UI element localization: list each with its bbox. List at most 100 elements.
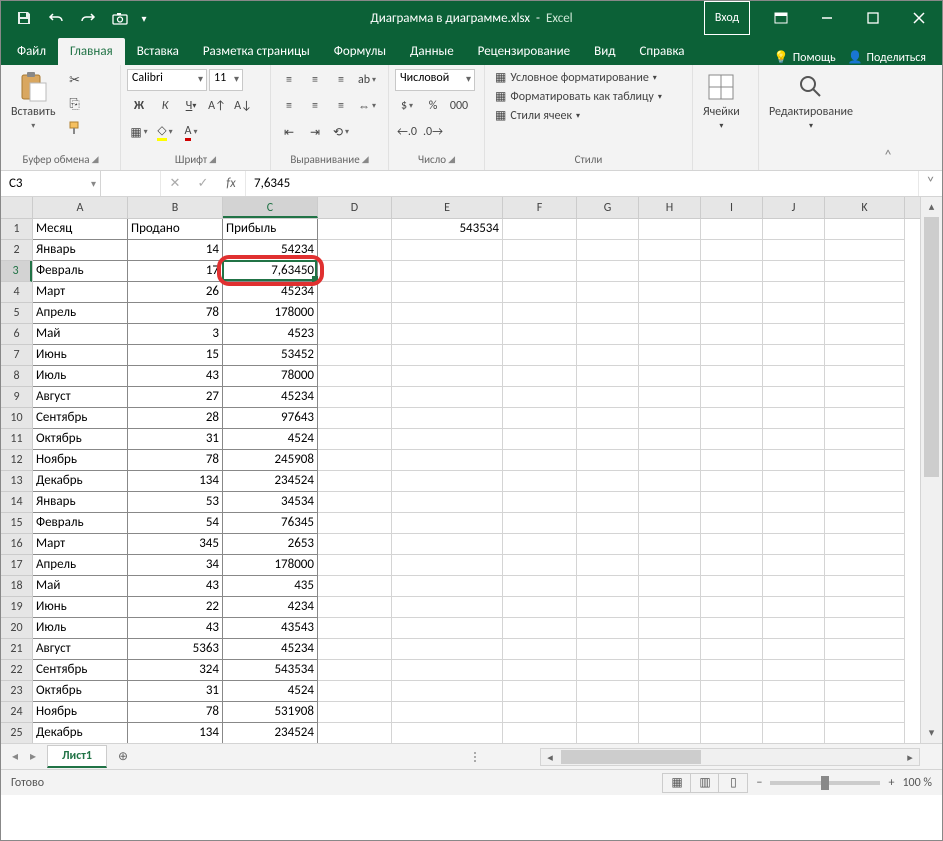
cell-J14[interactable] — [763, 492, 825, 513]
normal-view-icon[interactable]: ▦ — [663, 774, 691, 792]
cell-D19[interactable] — [318, 597, 392, 618]
cell-A25[interactable]: Декабрь — [33, 723, 128, 744]
number-format-select[interactable]: Числовой — [395, 69, 475, 91]
cell-J25[interactable] — [763, 723, 825, 744]
cell-A2[interactable]: Январь — [33, 240, 128, 261]
cell-F22[interactable] — [503, 660, 577, 681]
cell-B16[interactable]: 345 — [128, 534, 223, 555]
cell-B15[interactable]: 54 — [128, 513, 223, 534]
formula-input[interactable]: 7,6345 — [246, 171, 918, 196]
tab-insert[interactable]: Вставка — [125, 38, 191, 65]
vertical-scrollbar[interactable]: ▴ ▾ — [920, 197, 942, 743]
row-header-2[interactable]: 2 — [1, 240, 32, 261]
cell-H22[interactable] — [639, 660, 701, 681]
cell-D13[interactable] — [318, 471, 392, 492]
cell-I23[interactable] — [701, 681, 763, 702]
cell-E2[interactable] — [392, 240, 503, 261]
copy-icon[interactable]: ⎘ — [64, 93, 86, 115]
tab-review[interactable]: Рецензирование — [466, 38, 582, 65]
cell-G10[interactable] — [577, 408, 639, 429]
page-break-view-icon[interactable]: ▯ — [719, 774, 747, 792]
cell-C10[interactable]: 97643 — [223, 408, 318, 429]
enter-formula-icon[interactable]: ✓ — [189, 176, 217, 191]
cell-G9[interactable] — [577, 387, 639, 408]
increase-decimal-icon[interactable]: ←.0 — [395, 121, 419, 143]
cell-K14[interactable] — [825, 492, 905, 513]
cell-H3[interactable] — [639, 261, 701, 282]
cell-G5[interactable] — [577, 303, 639, 324]
cell-H16[interactable] — [639, 534, 701, 555]
cell-K13[interactable] — [825, 471, 905, 492]
cell-E5[interactable] — [392, 303, 503, 324]
align-middle-icon[interactable]: ≡ — [303, 69, 327, 91]
cell-H4[interactable] — [639, 282, 701, 303]
cell-I13[interactable] — [701, 471, 763, 492]
cell-H5[interactable] — [639, 303, 701, 324]
cell-J21[interactable] — [763, 639, 825, 660]
cell-styles-button[interactable]: ▦Стили ячеек▾ — [491, 107, 666, 124]
cell-F7[interactable] — [503, 345, 577, 366]
cell-K16[interactable] — [825, 534, 905, 555]
camera-icon[interactable] — [105, 4, 135, 32]
cell-A6[interactable]: Май — [33, 324, 128, 345]
cell-D8[interactable] — [318, 366, 392, 387]
cell-J19[interactable] — [763, 597, 825, 618]
row-headers[interactable]: 1234567891011121314151617181920212223242… — [1, 219, 33, 744]
cell-I11[interactable] — [701, 429, 763, 450]
cells-button[interactable]: Ячейки▾ — [699, 69, 744, 133]
orientation-icon[interactable]: ⟲ — [329, 121, 353, 143]
cell-K17[interactable] — [825, 555, 905, 576]
cell-D7[interactable] — [318, 345, 392, 366]
cell-F25[interactable] — [503, 723, 577, 744]
cell-B5[interactable]: 78 — [128, 303, 223, 324]
cell-E11[interactable] — [392, 429, 503, 450]
maximize-button[interactable] — [850, 1, 896, 35]
row-header-6[interactable]: 6 — [1, 324, 32, 345]
column-header-H[interactable]: H — [639, 197, 701, 218]
cell-E18[interactable] — [392, 576, 503, 597]
cell-K25[interactable] — [825, 723, 905, 744]
cell-K21[interactable] — [825, 639, 905, 660]
tell-me-button[interactable]: 💡Помощь — [774, 50, 836, 65]
column-header-J[interactable]: J — [763, 197, 825, 218]
cell-K5[interactable] — [825, 303, 905, 324]
cell-G24[interactable] — [577, 702, 639, 723]
cell-C20[interactable]: 43543 — [223, 618, 318, 639]
tab-home[interactable]: Главная — [58, 38, 125, 65]
column-header-D[interactable]: D — [318, 197, 392, 218]
cell-F17[interactable] — [503, 555, 577, 576]
row-header-25[interactable]: 25 — [1, 723, 32, 744]
cell-J23[interactable] — [763, 681, 825, 702]
cell-B3[interactable]: 17 — [128, 261, 223, 282]
cell-C22[interactable]: 543534 — [223, 660, 318, 681]
cell-D18[interactable] — [318, 576, 392, 597]
cell-H9[interactable] — [639, 387, 701, 408]
cell-K20[interactable] — [825, 618, 905, 639]
row-header-12[interactable]: 12 — [1, 450, 32, 471]
cell-K10[interactable] — [825, 408, 905, 429]
row-header-10[interactable]: 10 — [1, 408, 32, 429]
column-header-G[interactable]: G — [577, 197, 639, 218]
font-color-button[interactable]: A — [179, 121, 203, 143]
cell-D21[interactable] — [318, 639, 392, 660]
row-header-16[interactable]: 16 — [1, 534, 32, 555]
cell-D23[interactable] — [318, 681, 392, 702]
row-header-22[interactable]: 22 — [1, 660, 32, 681]
cell-C23[interactable]: 4524 — [223, 681, 318, 702]
cell-B4[interactable]: 26 — [128, 282, 223, 303]
cell-E15[interactable] — [392, 513, 503, 534]
row-header-14[interactable]: 14 — [1, 492, 32, 513]
cell-D22[interactable] — [318, 660, 392, 681]
cell-F2[interactable] — [503, 240, 577, 261]
cell-I24[interactable] — [701, 702, 763, 723]
font-name-select[interactable]: Calibri — [127, 69, 207, 91]
increase-indent-icon[interactable]: ⇥ — [303, 121, 327, 143]
cell-B18[interactable]: 43 — [128, 576, 223, 597]
accounting-format-icon[interactable]: $ — [395, 95, 419, 117]
cell-H23[interactable] — [639, 681, 701, 702]
cell-H17[interactable] — [639, 555, 701, 576]
cell-J6[interactable] — [763, 324, 825, 345]
cell-E9[interactable] — [392, 387, 503, 408]
cell-H18[interactable] — [639, 576, 701, 597]
cell-C9[interactable]: 45234 — [223, 387, 318, 408]
